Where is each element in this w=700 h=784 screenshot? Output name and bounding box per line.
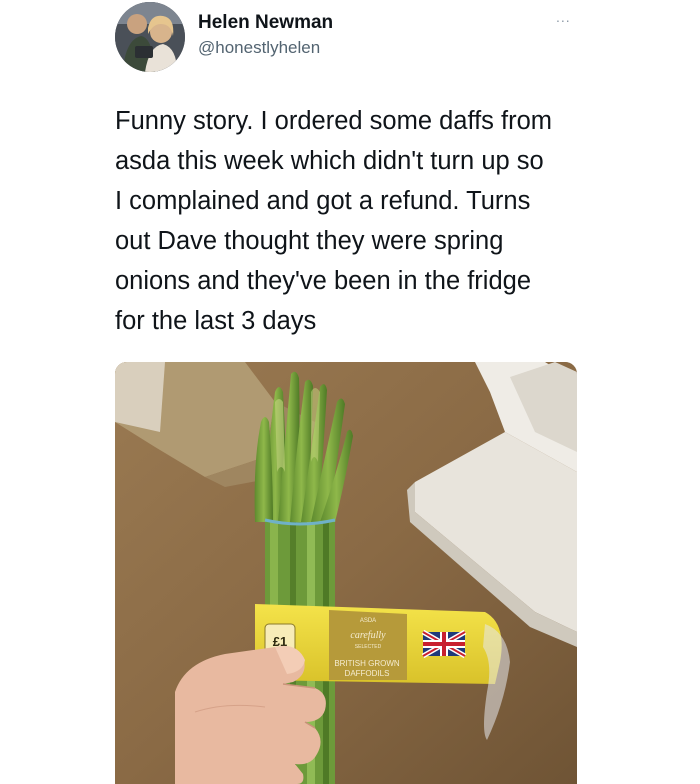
avatar[interactable] bbox=[115, 2, 185, 72]
more-options-icon[interactable]: ... bbox=[556, 9, 571, 25]
author-handle[interactable]: @honestlyhelen bbox=[198, 38, 320, 58]
range-label: carefully bbox=[350, 630, 386, 641]
tweet-header: Helen Newman @honestlyhelen ... bbox=[0, 0, 700, 80]
union-jack-flag-icon bbox=[421, 629, 467, 659]
brand-label: ASDA bbox=[360, 618, 376, 624]
product-line-1: BRITISH GROWN bbox=[334, 659, 400, 668]
tweet-text: Funny story. I ordered some daffs from a… bbox=[115, 107, 552, 335]
author-name[interactable]: Helen Newman bbox=[198, 12, 333, 34]
tweet-photo[interactable]: £1 ASDA carefully SELECTED BRITISH GROWN… bbox=[115, 362, 577, 784]
product-line-2: DAFFODILS bbox=[345, 669, 390, 678]
range-sub-label: SELECTED bbox=[355, 644, 382, 650]
